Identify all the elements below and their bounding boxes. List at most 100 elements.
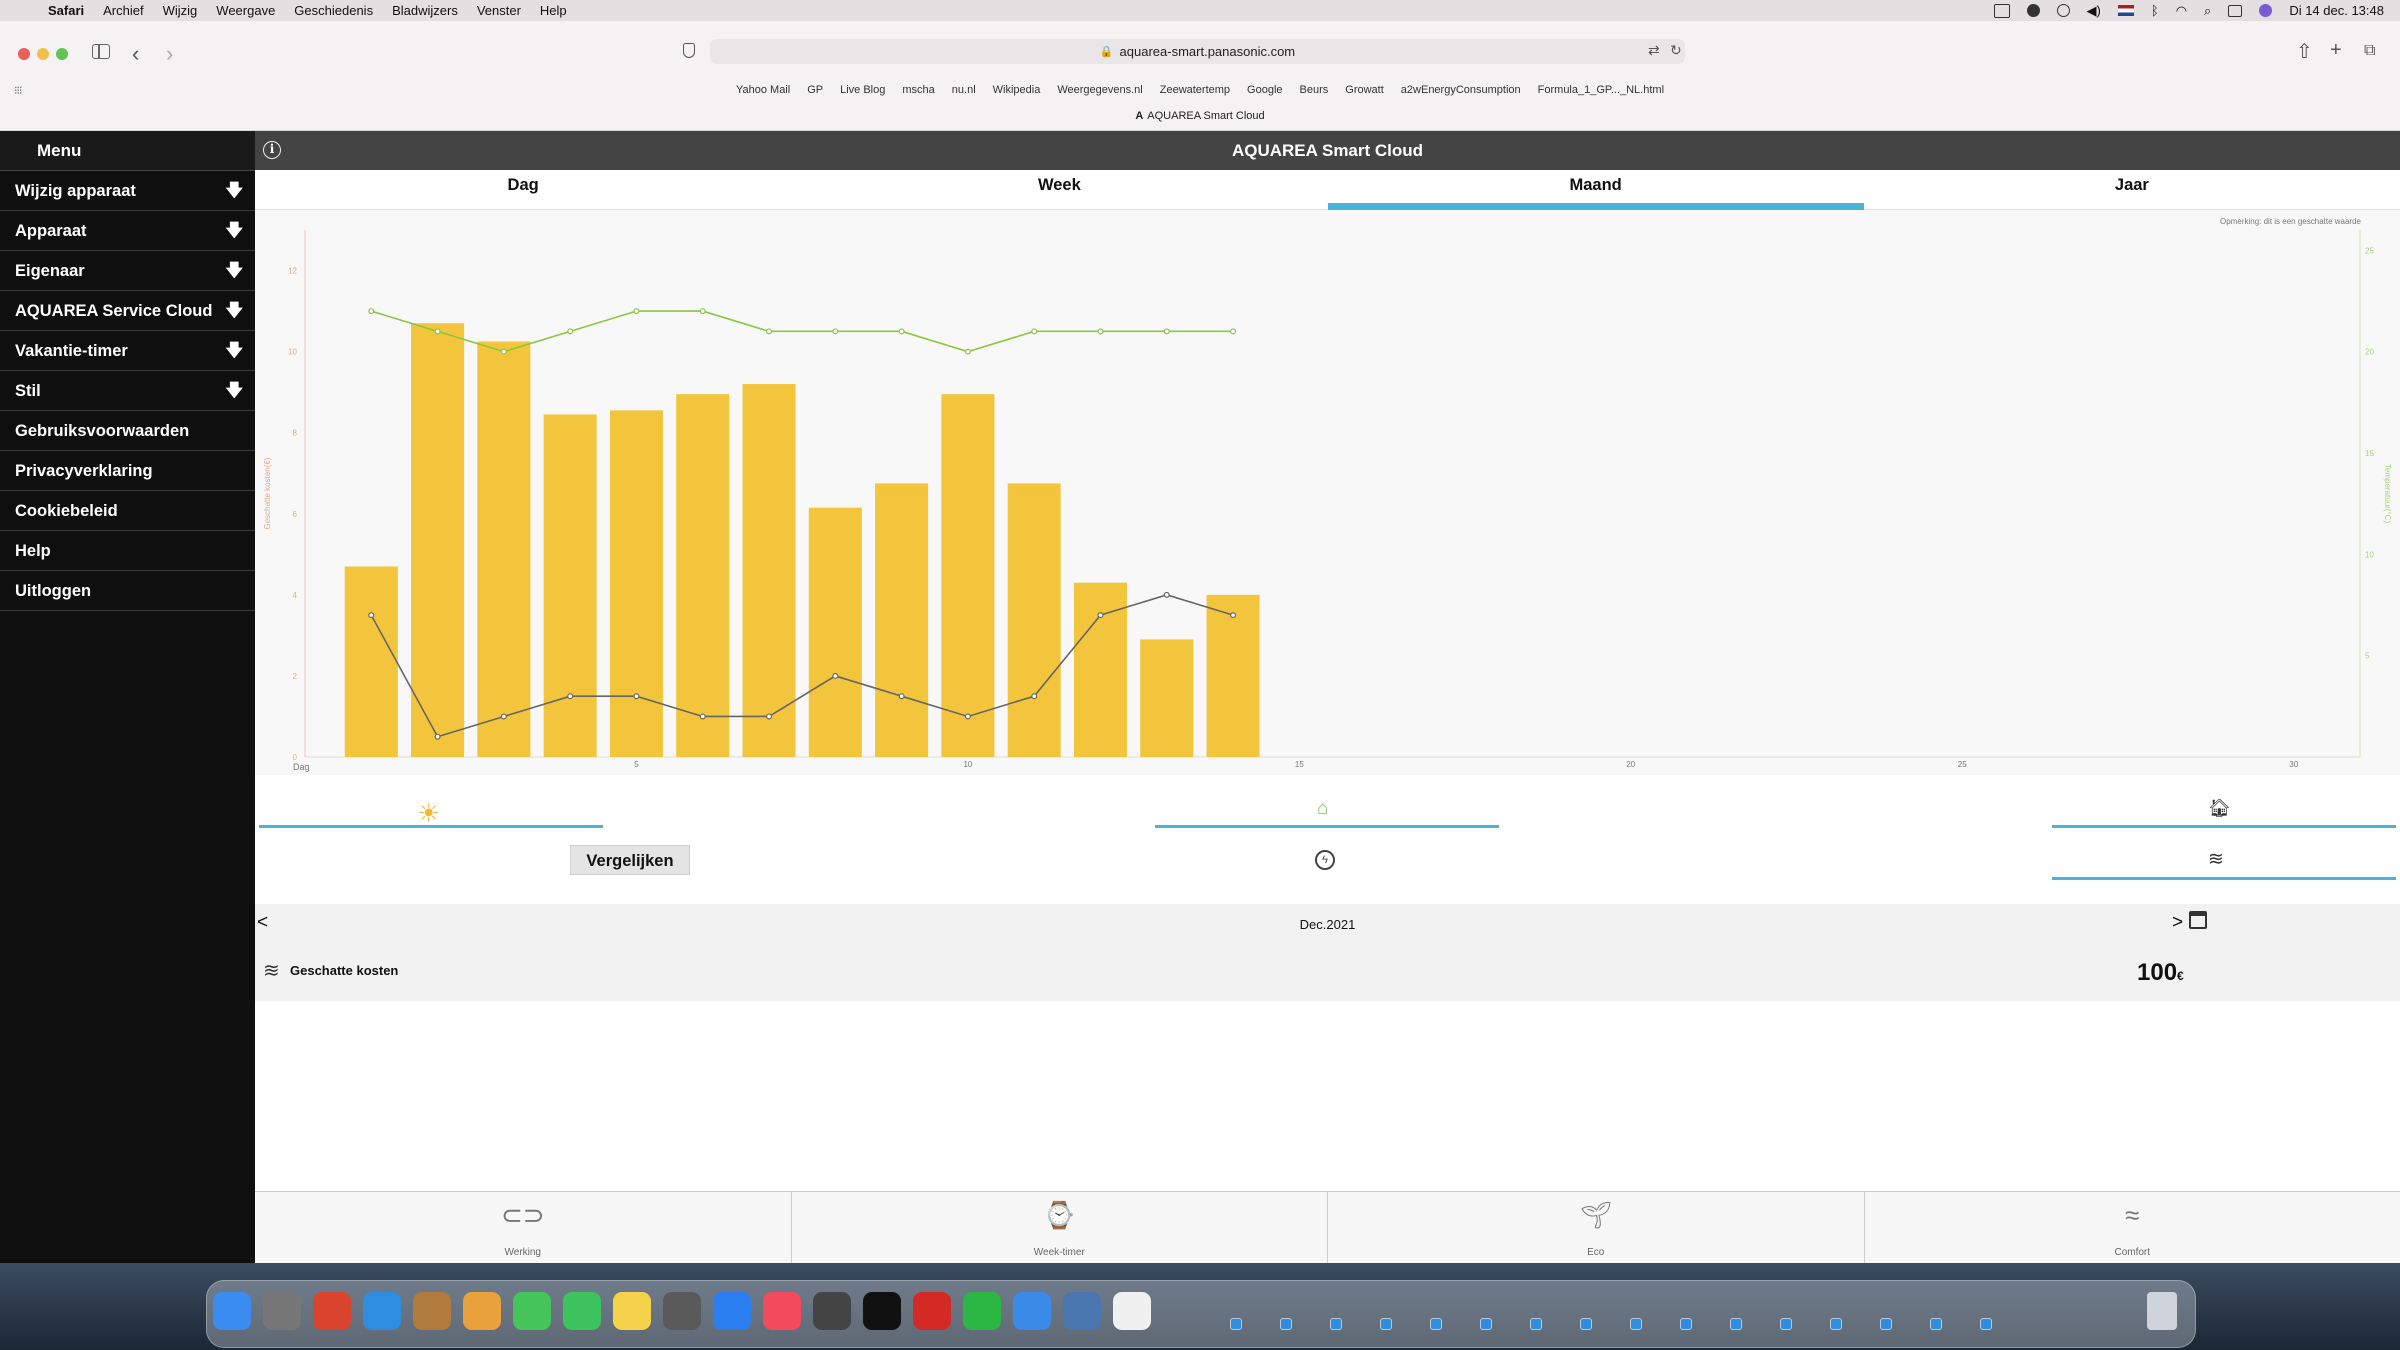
tab[interactable]: Week [791, 170, 1327, 209]
dock-minimized-window[interactable] [1330, 1318, 1342, 1330]
menu-help[interactable]: Help [540, 3, 567, 18]
cost-bar[interactable] [1007, 483, 1061, 757]
bookmark-item[interactable]: GP [807, 84, 823, 96]
dock-minimized-window[interactable] [1980, 1318, 1992, 1330]
menu-archief[interactable]: Archief [103, 3, 143, 18]
tab[interactable]: Dag [255, 170, 791, 209]
compare-button[interactable]: Vergelijken [570, 845, 690, 875]
zoom-window-button[interactable] [56, 48, 68, 60]
bookmark-item[interactable]: nu.nl [952, 84, 976, 96]
screen-mirroring-icon[interactable] [1993, 3, 2010, 18]
menu-item[interactable]: AQUAREA Service Cloud 🡇 [0, 291, 255, 331]
dock-minimized-window[interactable] [1730, 1318, 1742, 1330]
tab[interactable]: Maand [1327, 170, 1865, 210]
dock-app-icon[interactable] [1113, 1292, 1151, 1330]
temperature-point[interactable] [567, 328, 574, 335]
dock-app-icon[interactable] [563, 1292, 601, 1330]
menu-item[interactable]: Apparaat 🡇 [0, 211, 255, 251]
menu-item[interactable]: Stil 🡇 [0, 371, 255, 411]
dock-minimized-window[interactable] [1880, 1318, 1892, 1330]
dock-app-icon[interactable] [213, 1292, 251, 1330]
house-icon[interactable]: ⌂ [1317, 798, 1328, 820]
temperature-point[interactable] [1097, 612, 1104, 619]
temperature-point[interactable] [1230, 328, 1237, 335]
dock-app-icon[interactable] [913, 1292, 951, 1330]
bookmark-item[interactable]: Weergegevens.nl [1057, 84, 1142, 96]
bookmark-item[interactable]: Beurs [1300, 84, 1329, 96]
temperature-point[interactable] [699, 713, 706, 720]
spotlight-search-icon[interactable]: ⌕ [2204, 3, 2211, 19]
dock-app-icon[interactable] [363, 1292, 401, 1330]
menu-weergave[interactable]: Weergave [216, 3, 275, 18]
bookmark-item[interactable]: a2wEnergyConsumption [1401, 84, 1521, 96]
temperature-point[interactable] [500, 713, 507, 720]
time-machine-icon[interactable] [2056, 4, 2070, 17]
info-icon[interactable]: i [263, 141, 281, 159]
expand-arrow-icon[interactable]: 🡇 [226, 371, 243, 411]
temperature-point[interactable] [964, 348, 971, 355]
temperature-point[interactable] [1163, 328, 1170, 335]
dock-minimized-window[interactable] [1780, 1318, 1792, 1330]
dock-app-icon[interactable] [463, 1292, 501, 1330]
apple-icon[interactable] [18, 3, 34, 19]
cost-bar[interactable] [676, 394, 730, 757]
temperature-point[interactable] [898, 328, 905, 335]
trash-icon[interactable] [2147, 1292, 2177, 1330]
cost-bar[interactable] [411, 323, 465, 757]
temperature-point[interactable] [500, 348, 507, 355]
dock-minimized-window[interactable] [1430, 1318, 1442, 1330]
dock-app-icon[interactable] [813, 1292, 851, 1330]
wifi-icon[interactable]: ◠ [2176, 3, 2187, 19]
temperature-point[interactable] [1163, 591, 1170, 598]
sun-icon[interactable]: ☀ [417, 798, 440, 829]
temperature-point[interactable] [1031, 328, 1038, 335]
next-period-button[interactable]: > [2172, 912, 2183, 934]
dock-minimized-window[interactable] [1530, 1318, 1542, 1330]
dock-app-icon[interactable] [613, 1292, 651, 1330]
dock-app-icon[interactable] [963, 1292, 1001, 1330]
dock-app-icon[interactable] [763, 1292, 801, 1330]
input-source-flag-icon[interactable] [2117, 5, 2134, 16]
translate-icon[interactable]: ⇄ [1648, 42, 1660, 59]
dock-minimized-window[interactable] [1630, 1318, 1642, 1330]
menu-item[interactable]: Vakantie-timer 🡇 [0, 331, 255, 371]
dock-app-icon[interactable] [313, 1292, 351, 1330]
temperature-point[interactable] [699, 308, 706, 315]
close-window-button[interactable] [18, 48, 30, 60]
menu-bladwijzers[interactable]: Bladwijzers [392, 3, 458, 18]
dock-app-icon[interactable] [863, 1292, 901, 1330]
expand-arrow-icon[interactable]: 🡇 [226, 331, 243, 371]
bottom-nav-item[interactable]: 🌱︎ Eco [1328, 1192, 1865, 1264]
temperature-point[interactable] [633, 308, 640, 315]
temperature-point[interactable] [368, 612, 375, 619]
tab-title[interactable]: A AQUAREA Smart Cloud [0, 110, 2400, 122]
bluetooth-icon[interactable]: ᛒ [2151, 3, 2159, 18]
cost-stack-icon[interactable]: ≋ [2208, 848, 2224, 871]
cost-bar[interactable] [808, 507, 862, 757]
cost-bar[interactable] [543, 414, 597, 757]
dock-minimized-window[interactable] [1580, 1318, 1592, 1330]
menu-item[interactable]: Privacyverklaring [0, 451, 255, 491]
expand-arrow-icon[interactable]: 🡇 [226, 291, 243, 331]
address-bar[interactable]: 🔒 aquarea-smart.panasonic.com [710, 39, 1685, 64]
expand-arrow-icon[interactable]: 🡇 [226, 251, 243, 291]
cost-bar[interactable] [1140, 639, 1194, 757]
dock-minimized-window[interactable] [1280, 1318, 1292, 1330]
dock-app-icon[interactable] [1013, 1292, 1051, 1330]
menu-item[interactable]: Eigenaar 🡇 [0, 251, 255, 291]
control-center-icon[interactable] [2228, 4, 2243, 17]
cost-bar[interactable] [1206, 594, 1260, 757]
bottom-nav-item[interactable]: ⌚ Week-timer [792, 1192, 1328, 1264]
temperature-point[interactable] [964, 713, 971, 720]
expand-arrow-icon[interactable]: 🡇 [226, 171, 243, 211]
forward-icon[interactable]: › [166, 41, 173, 67]
dock-app-icon[interactable] [513, 1292, 551, 1330]
dock-app-icon[interactable] [713, 1292, 751, 1330]
energy-meter-icon[interactable]: ϟ [1315, 850, 1335, 870]
temperature-point[interactable] [766, 328, 773, 335]
menu-item[interactable]: Help [0, 531, 255, 571]
temperature-point[interactable] [434, 328, 441, 335]
temperature-point[interactable] [368, 308, 375, 315]
menu-item[interactable]: Wijzig apparaat 🡇 [0, 171, 255, 211]
volume-icon[interactable]: ◀) [2087, 3, 2101, 19]
